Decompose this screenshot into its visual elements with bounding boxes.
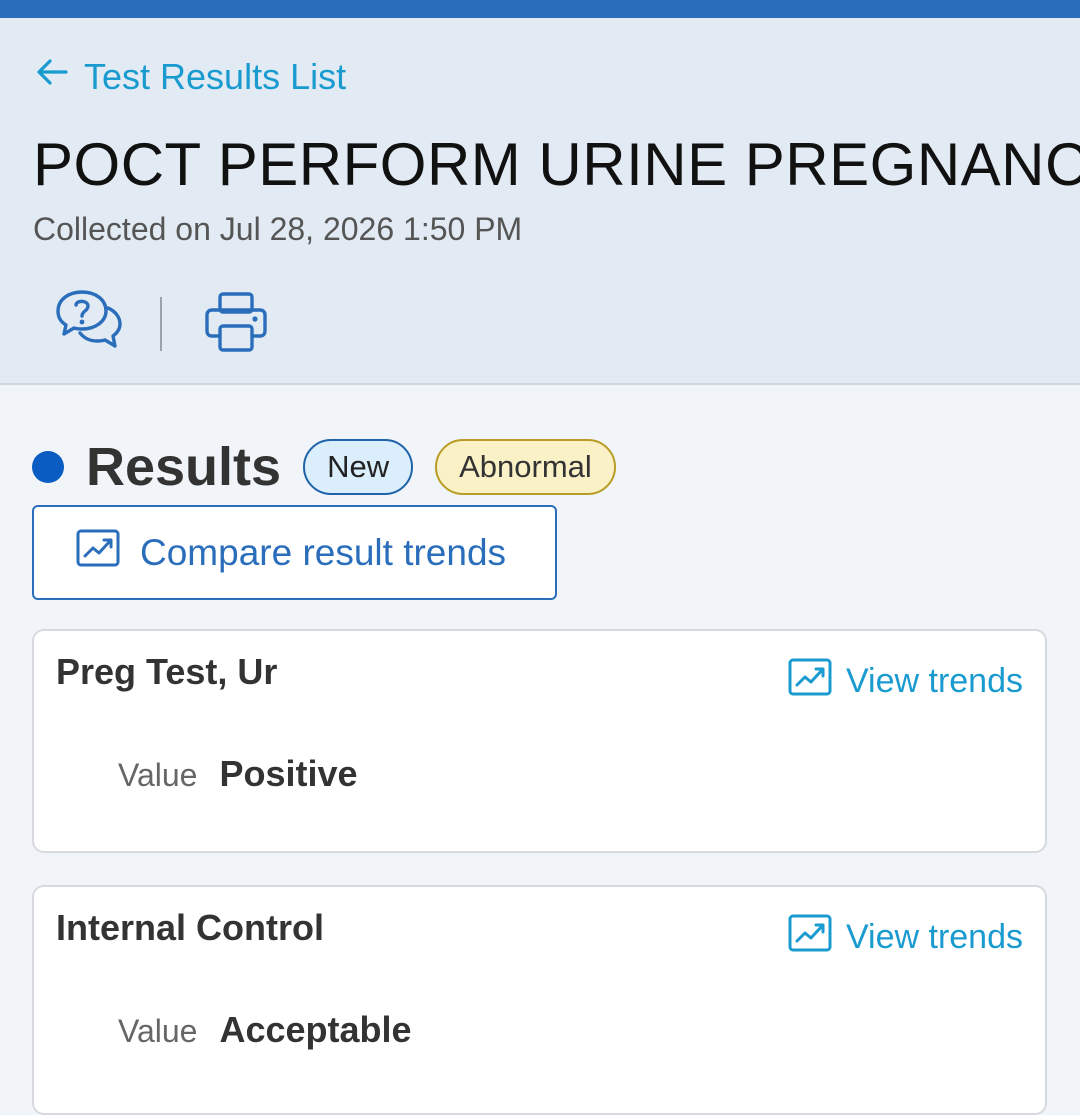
abnormal-badge: Abnormal [435, 439, 616, 495]
result-value: Acceptable [219, 1009, 412, 1050]
trend-chart-icon [788, 914, 832, 961]
header-actions [52, 288, 272, 360]
back-link-label: Test Results List [84, 55, 347, 97]
printer-icon [204, 290, 268, 359]
value-label: Value [118, 757, 198, 793]
results-heading: Results [86, 437, 282, 497]
ask-question-button[interactable] [52, 288, 124, 360]
view-trends-link[interactable]: View trends [788, 914, 1023, 961]
top-app-bar [0, 0, 1080, 18]
value-row: Value Positive [118, 753, 358, 795]
arrow-left-icon [34, 54, 70, 99]
page-title: POCT PERFORM URINE PREGNANCY [33, 131, 1080, 198]
result-header: Test Results List POCT PERFORM URINE PRE… [0, 18, 1080, 385]
back-to-results-list-link[interactable]: Test Results List [34, 54, 346, 99]
trend-chart-icon [76, 529, 120, 576]
view-trends-label: View trends [845, 918, 1023, 956]
status-dot [32, 451, 64, 483]
result-card: Internal Control View trends Value Accep… [32, 885, 1047, 1115]
new-badge: New [303, 439, 414, 495]
value-row: Value Acceptable [118, 1009, 412, 1051]
compare-button-label: Compare result trends [140, 531, 507, 573]
view-trends-link[interactable]: View trends [788, 658, 1023, 705]
result-card: Preg Test, Ur View trends Value Positive [32, 629, 1047, 853]
actions-divider [160, 297, 162, 351]
results-heading-row: Results New Abnormal [32, 436, 638, 498]
value-label: Value [118, 1013, 198, 1049]
result-value: Positive [219, 753, 358, 794]
result-name: Preg Test, Ur [56, 651, 278, 692]
print-button[interactable] [200, 288, 272, 360]
collected-date: Collected on Jul 28, 2026 1:50 PM [33, 211, 523, 247]
trend-chart-icon [788, 658, 832, 705]
result-name: Internal Control [56, 907, 324, 948]
compare-result-trends-button[interactable]: Compare result trends [32, 505, 557, 600]
question-chat-icon [52, 286, 124, 363]
view-trends-label: View trends [845, 662, 1023, 700]
